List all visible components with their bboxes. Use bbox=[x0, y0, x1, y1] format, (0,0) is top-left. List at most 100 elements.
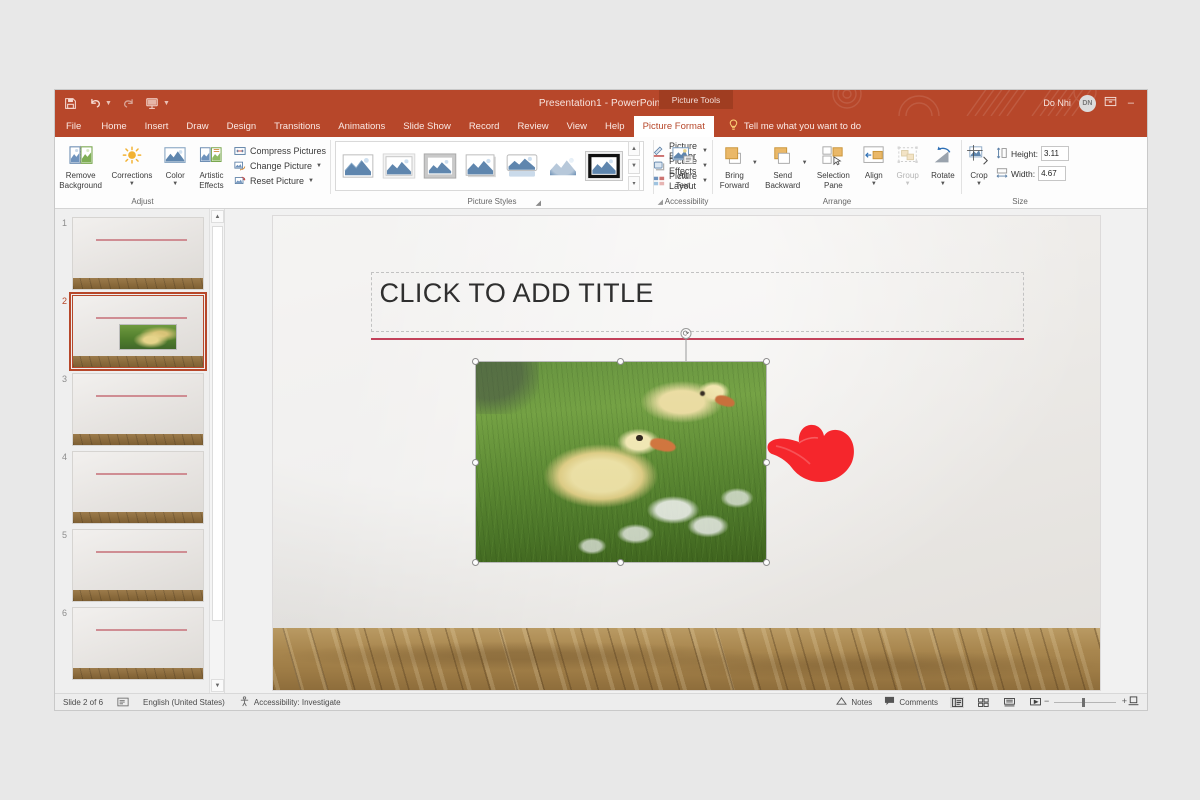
picture-styles-dialog-launcher-icon[interactable]: ◢ bbox=[536, 199, 541, 207]
tab-view[interactable]: View bbox=[558, 116, 596, 137]
tab-home[interactable]: Home bbox=[92, 116, 135, 137]
ribbon-tab-bar[interactable]: File Home Insert Draw Design Transitions… bbox=[55, 116, 1147, 137]
slide-canvas-pane[interactable]: CLICK TO ADD TITLE ⟳ bbox=[225, 209, 1147, 693]
scroll-down-icon[interactable]: ▼ bbox=[211, 679, 224, 692]
resize-handle-w[interactable] bbox=[471, 458, 479, 466]
save-icon[interactable] bbox=[63, 96, 78, 111]
comments-button[interactable]: Comments bbox=[884, 696, 938, 708]
alt-text-button[interactable]: Alt Text bbox=[654, 140, 712, 191]
crop-button[interactable]: Crop ▼ bbox=[962, 140, 996, 187]
thumbnail-row-6[interactable]: 6 bbox=[55, 607, 206, 680]
slide-thumbnail-5[interactable] bbox=[72, 529, 204, 602]
thumbnail-scrollbar[interactable]: ▲ ▼ bbox=[209, 209, 224, 693]
change-picture-button[interactable]: Change Picture ▼ bbox=[230, 158, 325, 173]
gallery-scroll-down-icon[interactable]: ▼ bbox=[628, 158, 640, 174]
reading-view-button[interactable] bbox=[1002, 697, 1016, 708]
quick-access-toolbar[interactable]: ▼ ▼ bbox=[55, 96, 170, 111]
height-input[interactable]: 3.11 bbox=[1040, 146, 1069, 161]
thumbnail-row-4[interactable]: 4 bbox=[55, 451, 206, 524]
picture-style-4[interactable] bbox=[503, 151, 541, 181]
reset-picture-caret-icon[interactable]: ▼ bbox=[308, 178, 314, 184]
tab-record[interactable]: Record bbox=[460, 116, 509, 137]
slide-thumbnail-6[interactable] bbox=[72, 607, 204, 680]
zoom-in-button[interactable]: + bbox=[1122, 696, 1127, 706]
rotate-button[interactable]: Rotate ▼ bbox=[925, 140, 961, 187]
color-button[interactable]: Color ▼ bbox=[158, 140, 193, 187]
thumbnail-row-5[interactable]: 5 bbox=[55, 529, 206, 602]
corrections-button[interactable]: Corrections ▼ bbox=[106, 140, 157, 187]
resize-handle-s[interactable] bbox=[617, 559, 624, 566]
tell-me-search[interactable]: Tell me what you want to do bbox=[714, 116, 861, 137]
tab-review[interactable]: Review bbox=[508, 116, 557, 137]
align-caret-icon[interactable]: ▼ bbox=[871, 181, 877, 187]
slide-sorter-view-button[interactable] bbox=[976, 697, 990, 708]
gallery-more-icon[interactable]: ▾ bbox=[628, 176, 640, 191]
tab-design[interactable]: Design bbox=[218, 116, 266, 137]
scrollbar-thumb[interactable] bbox=[212, 226, 223, 621]
bring-forward-button[interactable]: Bring Forward bbox=[713, 140, 756, 191]
picture-style-3[interactable] bbox=[462, 151, 500, 181]
picture-style-2[interactable] bbox=[421, 151, 459, 181]
tab-animations[interactable]: Animations bbox=[329, 116, 394, 137]
title-placeholder[interactable]: CLICK TO ADD TITLE bbox=[370, 272, 1024, 332]
rotate-caret-icon[interactable]: ▼ bbox=[940, 181, 946, 187]
avatar[interactable]: DN bbox=[1078, 94, 1096, 112]
align-button[interactable]: Align ▼ bbox=[857, 140, 890, 187]
thumbnail-row-1[interactable]: 1 bbox=[55, 217, 206, 290]
crop-caret-icon[interactable]: ▼ bbox=[976, 181, 982, 187]
minimize-button[interactable]: – bbox=[1125, 97, 1137, 109]
picture-style-5[interactable] bbox=[544, 151, 582, 181]
slide-thumbnail-1[interactable] bbox=[72, 217, 204, 290]
picture-style-1[interactable] bbox=[380, 151, 418, 181]
resize-handle-ne[interactable] bbox=[762, 358, 770, 365]
tab-transitions[interactable]: Transitions bbox=[265, 116, 329, 137]
resize-handle-sw[interactable] bbox=[471, 559, 479, 566]
notes-button[interactable]: Notes bbox=[836, 696, 872, 708]
slide-thumbnail-4[interactable] bbox=[72, 451, 204, 524]
account-area[interactable]: Do Nhi DN – bbox=[1043, 90, 1137, 116]
fit-to-window-icon[interactable] bbox=[1128, 696, 1139, 708]
slide-thumbnail-2[interactable] bbox=[69, 292, 207, 371]
picture-style-6[interactable] bbox=[585, 151, 623, 181]
undo-icon[interactable] bbox=[87, 96, 102, 111]
selected-picture[interactable] bbox=[471, 358, 770, 566]
normal-view-button[interactable] bbox=[950, 696, 964, 708]
picture-style-0[interactable] bbox=[339, 151, 377, 181]
height-field-row[interactable]: Height: 3.11 bbox=[996, 145, 1069, 162]
resize-handle-nw[interactable] bbox=[471, 358, 479, 365]
scroll-up-icon[interactable]: ▲ bbox=[211, 210, 224, 223]
width-input[interactable]: 4.67 bbox=[1038, 166, 1067, 181]
compress-pictures-button[interactable]: Compress Pictures bbox=[230, 143, 329, 158]
send-backward-caret-icon[interactable]: ▼ bbox=[802, 160, 808, 166]
notes-indicator-icon[interactable] bbox=[117, 697, 129, 707]
tab-slide-show[interactable]: Slide Show bbox=[394, 116, 460, 137]
send-backward-button[interactable]: Send Backward bbox=[760, 140, 806, 191]
slide-show-button[interactable] bbox=[1028, 697, 1042, 708]
undo-dropdown-caret-icon[interactable]: ▼ bbox=[105, 100, 112, 107]
slide-thumbnail-3[interactable] bbox=[72, 373, 204, 446]
color-caret-icon[interactable]: ▼ bbox=[172, 181, 178, 187]
thumbnail-row-2[interactable]: 2 bbox=[55, 292, 207, 371]
artistic-effects-button[interactable]: Artistic Effects bbox=[193, 140, 230, 191]
language-status[interactable]: English (United States) bbox=[143, 698, 225, 707]
slide-thumbnail-pane[interactable]: 1 2 3 4 5 6 ▲ ▼ bbox=[55, 209, 225, 693]
thumbnail-row-3[interactable]: 3 bbox=[55, 373, 206, 446]
reset-picture-button[interactable]: Reset Picture ▼ bbox=[230, 173, 317, 188]
zoom-slider-knob[interactable] bbox=[1082, 697, 1085, 707]
rotation-handle[interactable]: ⟳ bbox=[680, 328, 692, 339]
resize-handle-se[interactable] bbox=[762, 559, 770, 566]
redo-icon[interactable] bbox=[121, 96, 136, 111]
tab-insert[interactable]: Insert bbox=[136, 116, 178, 137]
accessibility-status[interactable]: Accessibility: Investigate bbox=[239, 695, 341, 709]
remove-background-button[interactable]: Remove Background bbox=[55, 140, 106, 191]
tab-file[interactable]: File bbox=[55, 116, 92, 137]
gallery-scroll-up-icon[interactable]: ▲ bbox=[628, 141, 640, 156]
picture-styles-gallery[interactable]: ▲ ▼ ▾ bbox=[335, 141, 644, 191]
picture-styles-scroll[interactable]: ▲ ▼ ▾ bbox=[628, 141, 640, 191]
zoom-slider[interactable]: − + bbox=[1044, 696, 1127, 707]
bring-forward-caret-icon[interactable]: ▼ bbox=[752, 160, 758, 166]
width-field-row[interactable]: Width: 4.67 bbox=[996, 165, 1069, 182]
tab-picture-format[interactable]: Picture Format bbox=[633, 116, 714, 137]
ribbon-display-options-icon[interactable] bbox=[1104, 96, 1117, 110]
selection-pane-button[interactable]: Selection Pane bbox=[810, 140, 858, 191]
